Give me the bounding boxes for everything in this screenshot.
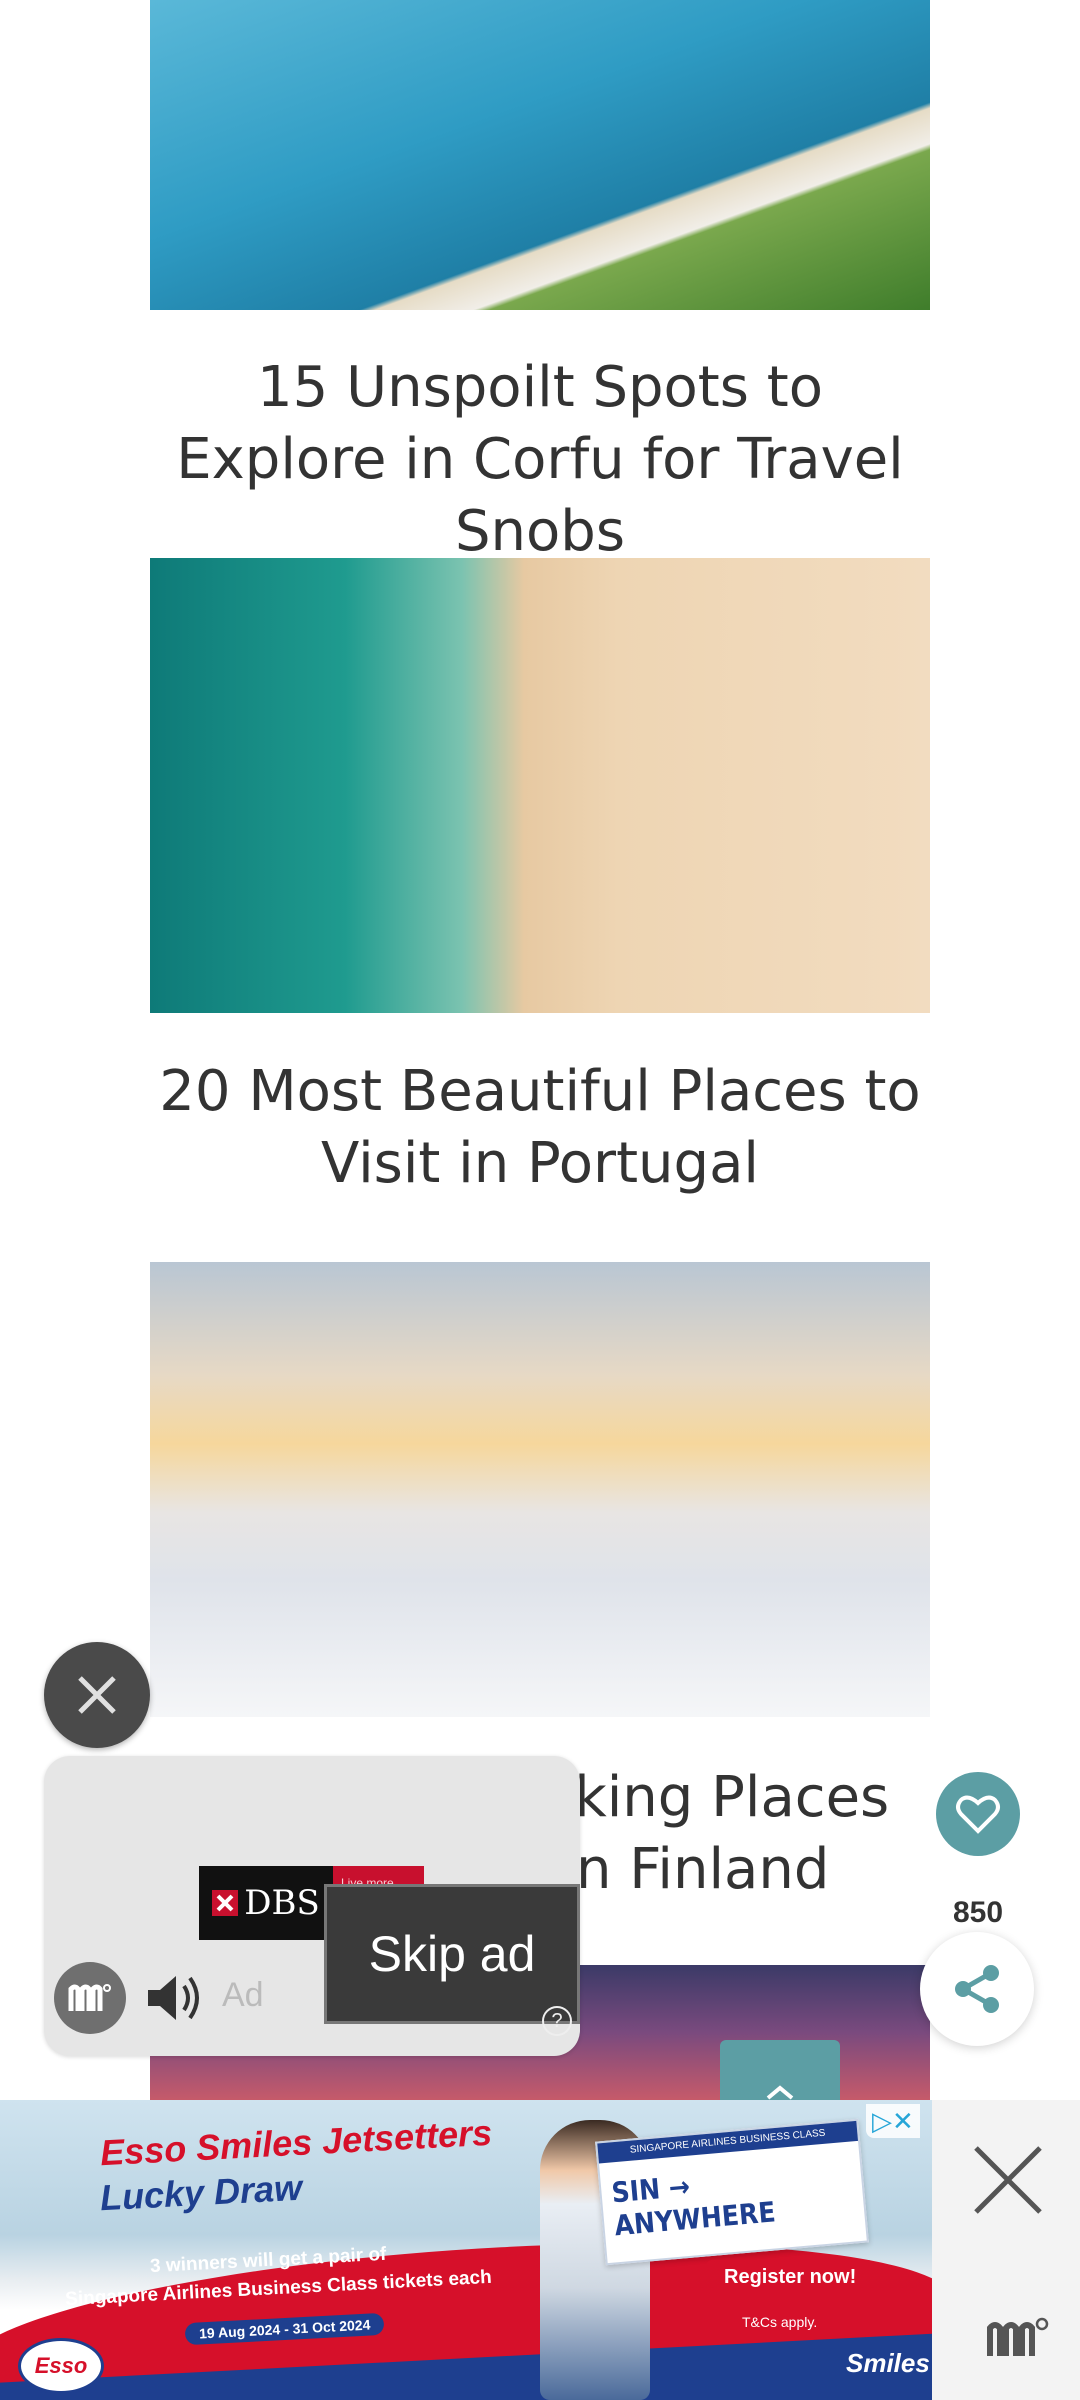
- share-button[interactable]: [920, 1932, 1034, 2046]
- scroll-to-top-button[interactable]: [720, 2040, 840, 2100]
- banner-subtitle: Lucky Draw: [99, 2166, 303, 2219]
- video-ad-player[interactable]: DBS Live more, Bank less Skip ad ? Ad: [44, 1756, 580, 2056]
- heart-icon: [956, 1795, 1000, 1834]
- share-count: 850: [952, 1896, 1004, 1929]
- mediavine-logo-icon[interactable]: [54, 1962, 126, 2034]
- close-icon: [78, 1676, 116, 1714]
- article-title-portugal[interactable]: 20 Most Beautiful Places to Visit in Por…: [150, 1056, 930, 1200]
- article-title-finland-line1: aking Places: [540, 1765, 890, 1830]
- share-icon: [955, 1965, 999, 2013]
- register-now-button[interactable]: Register now!: [706, 2260, 875, 2295]
- help-icon[interactable]: ?: [542, 2006, 572, 2036]
- banner-title: Esso Smiles Jetsetters: [99, 2111, 494, 2174]
- adchoices-icon[interactable]: ▷✕: [866, 2104, 920, 2138]
- favorite-button[interactable]: [936, 1772, 1020, 1856]
- video-ad-close-button[interactable]: [44, 1642, 150, 1748]
- banner-ad-container: Esso Smiles Jetsetters Lucky Draw 3 winn…: [0, 2100, 1080, 2400]
- mediavine-logo-icon[interactable]: [986, 2314, 1052, 2365]
- boarding-pass-image: SINGAPORE AIRLINES BUSINESS CLASS SIN → …: [595, 2118, 869, 2266]
- esso-banner-ad[interactable]: Esso Smiles Jetsetters Lucky Draw 3 winn…: [0, 2100, 932, 2400]
- smiles-logo: Smiles: [846, 2348, 930, 2378]
- article-title-finland[interactable]: aking Places n Finland: [540, 1762, 930, 1906]
- article-title-corfu[interactable]: 15 Unspoilt Spots to Explore in Corfu fo…: [150, 352, 930, 568]
- article-title-finland-line2: n Finland: [576, 1837, 830, 1902]
- chevron-up-icon: [766, 2085, 794, 2100]
- article-image-corfu[interactable]: [150, 0, 930, 310]
- terms-text: T&Cs apply.: [742, 2314, 818, 2330]
- banner-close-button[interactable]: [968, 2140, 1048, 2225]
- article-image-portugal[interactable]: [150, 558, 930, 1013]
- dbs-brand-text: DBS: [244, 1883, 320, 1923]
- close-icon: [974, 2146, 1042, 2214]
- skip-ad-button[interactable]: Skip ad: [324, 1884, 580, 2024]
- dbs-star-icon: [212, 1890, 239, 1916]
- article-image-finland[interactable]: [150, 1262, 930, 1717]
- esso-logo: Esso: [18, 2338, 104, 2394]
- volume-icon[interactable]: [144, 1968, 210, 2033]
- ad-label: Ad: [222, 1976, 264, 2014]
